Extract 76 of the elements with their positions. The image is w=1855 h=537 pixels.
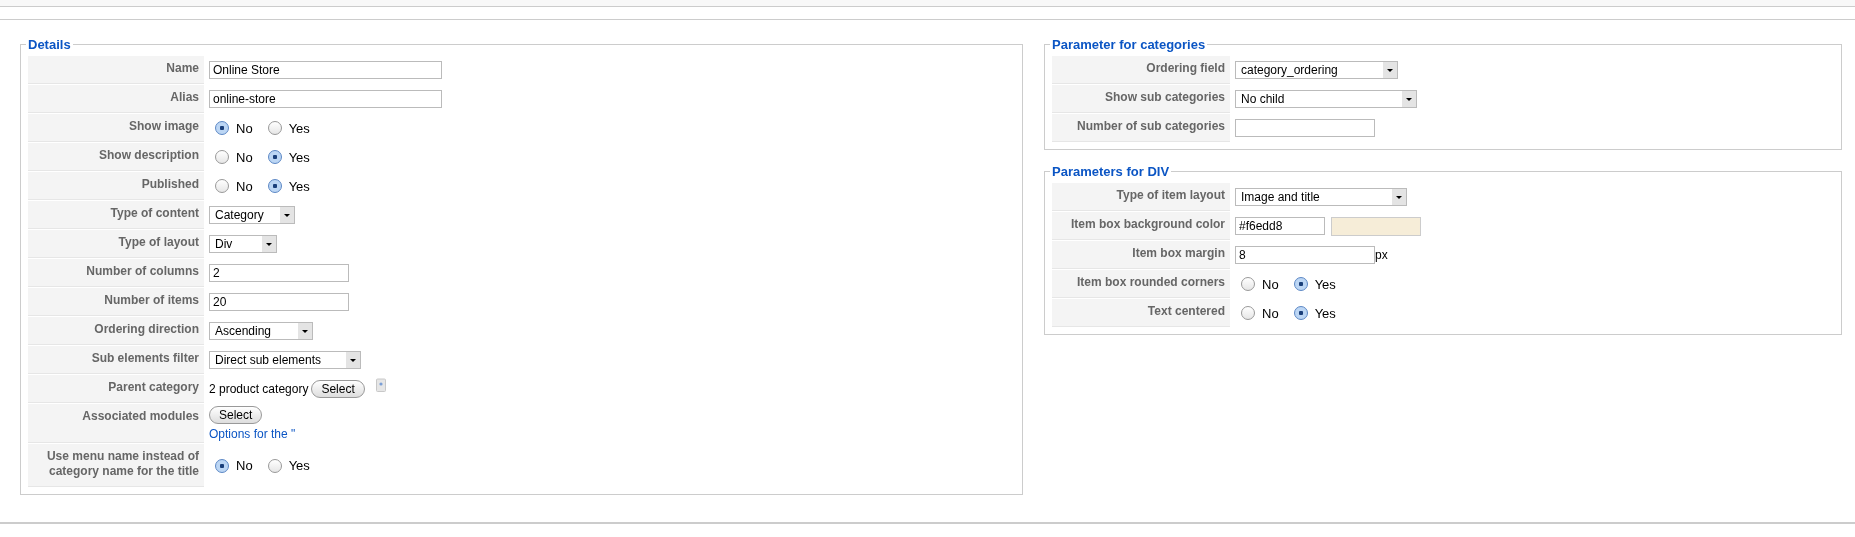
select-field[interactable]: Ascending: [209, 322, 313, 340]
unit-label: px: [1375, 248, 1388, 262]
radio-button[interactable]: [267, 458, 282, 473]
select-field[interactable]: Category: [209, 206, 295, 224]
caret-icon: [1383, 62, 1397, 78]
radio-button[interactable]: [1293, 306, 1308, 320]
field-label: Name: [28, 56, 204, 84]
radio-label: Yes: [288, 178, 310, 194]
select-field[interactable]: Direct sub elements: [209, 351, 361, 369]
radio-label: No: [1262, 276, 1279, 292]
caret-icon: [346, 352, 360, 368]
radio-label: Yes: [288, 458, 310, 473]
radio-button[interactable]: [215, 458, 229, 473]
caret-icon: [298, 323, 312, 339]
radio-label: No: [1262, 305, 1279, 321]
radio-button[interactable]: [1241, 277, 1255, 291]
radio-label: Yes: [288, 120, 310, 136]
radio-label: No: [236, 458, 253, 473]
section-title: Parameters for DIV: [1051, 164, 1171, 179]
field-label: Item box rounded corners: [1052, 270, 1230, 298]
category-name: 2 product category: [209, 382, 309, 396]
select-field[interactable]: Image and title: [1235, 188, 1407, 206]
field-label: Text centered: [1052, 299, 1230, 327]
text-field[interactable]: 8: [1235, 246, 1375, 264]
options-link[interactable]: Options for the ": [209, 427, 296, 441]
field-label: Number of columns: [28, 259, 204, 287]
field-label: Use menu name instead of category name for the title: [28, 444, 204, 487]
field-label: Show image: [28, 114, 204, 142]
field-label: Show description: [28, 143, 204, 171]
radio-button[interactable]: [267, 179, 282, 193]
radio-label: Yes: [1314, 305, 1336, 321]
select-field[interactable]: No child: [1235, 90, 1417, 108]
radio-button[interactable]: [1241, 306, 1255, 320]
field-label: Show sub categories: [1052, 85, 1230, 113]
field-label: Alias: [28, 85, 204, 113]
field-label: Ordering direction: [28, 317, 204, 345]
field-label: Associated modules: [28, 404, 204, 443]
field-label: Number of items: [28, 288, 204, 316]
radio-label: Yes: [288, 149, 310, 165]
field-label: Sub elements filter: [28, 346, 204, 374]
field-label: Item box margin: [1052, 241, 1230, 269]
caret-icon: [262, 236, 276, 252]
field-label: Type of layout: [28, 230, 204, 258]
text-field[interactable]: 2: [209, 264, 349, 282]
text-field[interactable]: [1235, 119, 1375, 137]
radio-label: No: [236, 149, 253, 165]
field-label: Type of item layout: [1052, 183, 1230, 211]
bin-icon[interactable]: [375, 378, 386, 392]
field-label: Published: [28, 172, 204, 200]
text-field[interactable]: 20: [209, 293, 349, 311]
section-title: Parameter for categories: [1051, 37, 1207, 52]
radio-label: No: [236, 178, 253, 194]
select-button[interactable]: Select: [209, 406, 263, 424]
field-label: Number of sub categories: [1052, 114, 1230, 142]
color-field[interactable]: #f6edd8: [1235, 217, 1325, 235]
radio-button[interactable]: [215, 179, 229, 193]
select-button[interactable]: Select: [311, 380, 365, 398]
caret-icon: [280, 207, 294, 223]
radio-label: Yes: [1314, 276, 1336, 292]
select-field[interactable]: category_ordering: [1235, 61, 1398, 79]
caret-icon: [1392, 189, 1406, 205]
radio-button[interactable]: [267, 121, 282, 135]
radio-label: No: [236, 120, 253, 136]
radio-button[interactable]: [267, 150, 282, 164]
section-title: Details: [27, 37, 72, 52]
caret-icon: [1402, 91, 1416, 107]
radio-button[interactable]: [1293, 277, 1308, 291]
text-field[interactable]: Online Store: [209, 61, 442, 79]
field-label: Parent category: [28, 375, 204, 403]
field-label: Type of content: [28, 201, 204, 229]
radio-button[interactable]: [215, 121, 229, 135]
text-field[interactable]: online-store: [209, 90, 442, 108]
select-field[interactable]: Div: [209, 235, 277, 253]
field-label: Item box background color: [1052, 212, 1230, 240]
radio-button[interactable]: [215, 150, 229, 164]
field-label: Ordering field: [1052, 56, 1230, 84]
